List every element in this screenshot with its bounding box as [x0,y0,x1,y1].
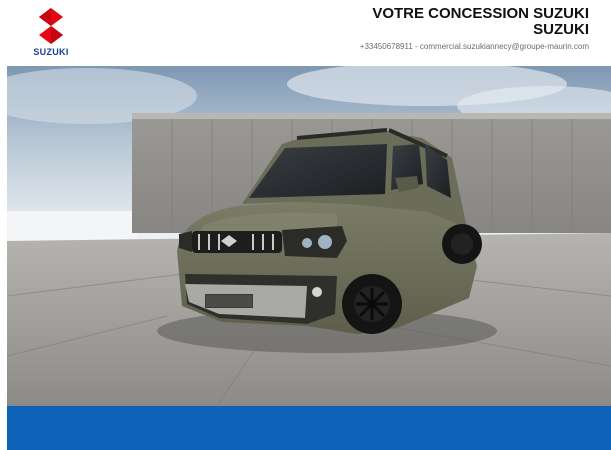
contact-line: +33450678911 - commercial.suzukiannecy@g… [360,42,589,51]
logo-wordmark: SUZUKI [33,47,69,57]
vehicle-photo[interactable] [7,66,611,406]
dealer-title-line1: VOTRE CONCESSION SUZUKI [372,5,589,22]
phone-link[interactable]: +33450678911 [360,42,413,51]
car-image [7,66,611,406]
header: SUZUKI VOTRE CONCESSION SUZUKI SUZUKI +3… [0,0,611,62]
page: SUZUKI VOTRE CONCESSION SUZUKI SUZUKI +3… [0,0,611,450]
email-link[interactable]: commercial.suzukiannecy@groupe-maurin.co… [420,42,589,51]
contact-separator: - [412,42,420,51]
blue-band [7,406,611,450]
suzuki-logo[interactable]: SUZUKI [26,6,76,58]
dealer-title-line2: SUZUKI [533,21,589,38]
suzuki-s-icon [39,8,63,44]
dealer-title: VOTRE CONCESSION SUZUKI SUZUKI [372,6,589,38]
